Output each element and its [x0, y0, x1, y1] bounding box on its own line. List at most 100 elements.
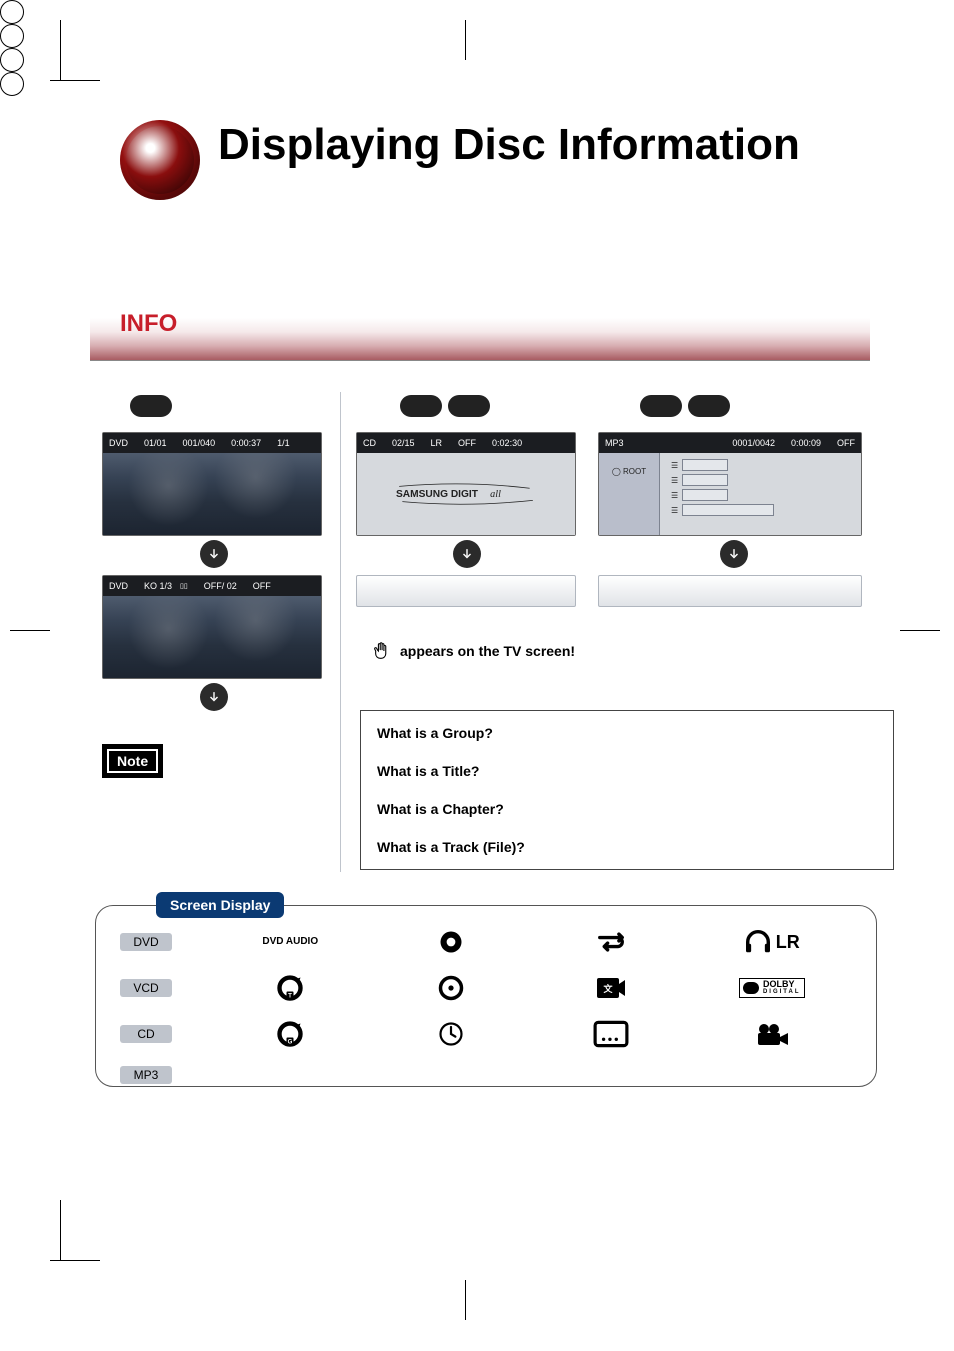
osd-field: OFF — [253, 581, 271, 591]
mp3-file-list: ◯ ROOT ☰ ☰ ☰ ☰ — [599, 453, 861, 535]
disc-pill-row — [640, 395, 730, 417]
osd-thumbnail — [103, 596, 321, 678]
osd-field: CD — [363, 438, 376, 448]
audio-lang-icon: 文 — [593, 974, 629, 1002]
crop-mark — [10, 630, 50, 631]
osd-field: OFF/ 02 — [204, 581, 237, 591]
screen-display-legend: Screen Display DVD DVD AUDIO LR VCD T 文 … — [95, 905, 877, 1087]
jpeg-pill-icon — [688, 395, 730, 417]
section-underline — [90, 360, 870, 361]
osd-field: DVD — [109, 581, 128, 591]
faq-item: What is a Title? — [377, 763, 877, 779]
repeat-icon — [593, 928, 629, 956]
legend-title: Screen Display — [156, 892, 284, 918]
osd-field: DVD — [109, 438, 128, 448]
dvd-osd-strip-2: DVD KO 1/3 ▯▯ OFF/ 02 OFF — [103, 576, 321, 596]
osd-field: ROOT — [623, 467, 646, 476]
mp3-osd-panel: MP3 0001/0042 0:00:09 OFF ◯ ROOT ☰ ☰ ☰ ☰ — [598, 432, 862, 536]
legend-table: DVD DVD AUDIO LR VCD T 文 DOLBY DIGITAL — [96, 906, 876, 1094]
down-arrow-icon — [720, 540, 748, 568]
samsung-digitall-logo: SAMSUNG DIGIT all — [396, 482, 536, 506]
section-label: INFO — [120, 310, 177, 338]
dolby-sub: DIGITAL — [763, 988, 801, 996]
dvd-pill-icon — [130, 395, 172, 417]
osd-field: 001/040 — [183, 438, 216, 448]
crop-mark — [465, 20, 466, 60]
cd-osd-strip: CD 02/15 LR OFF 0:02:30 — [357, 433, 575, 453]
crop-corner — [50, 1260, 100, 1261]
down-arrow-icon — [200, 540, 228, 568]
dvd-audio-icon: DVD AUDIO — [262, 937, 318, 947]
crop-corner — [60, 20, 61, 80]
subtitle-box-icon — [593, 1020, 629, 1048]
lr-text: LR — [776, 932, 800, 953]
osd-thumbnail — [103, 453, 321, 535]
dolby-digital-icon: DOLBY DIGITAL — [739, 978, 805, 998]
list-item: ☰ — [671, 504, 774, 516]
osd-body-cd: SAMSUNG DIGIT all — [357, 453, 575, 535]
note-tag: Note — [105, 747, 160, 775]
dvd-osd-panel-1: DVD 01/01 001/040 0:00:37 1/1 — [102, 432, 322, 536]
svg-text:T: T — [288, 993, 292, 1000]
disc-label: DVD — [120, 933, 172, 951]
disc-label: MP3 — [120, 1066, 172, 1084]
crop-corner — [60, 1200, 61, 1260]
crop-mark — [465, 1280, 466, 1320]
crop-mark-circle — [0, 72, 24, 96]
osd-field: 0:00:37 — [231, 438, 261, 448]
group-g-icon: G — [272, 1020, 308, 1048]
mp3-osd-strip: MP3 0001/0042 0:00:09 OFF — [599, 433, 861, 453]
osd-field: 0001/0042 — [732, 438, 775, 448]
cd-pill-icon — [448, 395, 490, 417]
vcd-pill-icon — [400, 395, 442, 417]
list-item: ☰ — [671, 474, 774, 486]
hand-caption: appears on the TV screen! — [372, 640, 575, 662]
disc-label: VCD — [120, 979, 172, 997]
crop-mark-circle — [0, 24, 24, 48]
faq-item: What is a Chapter? — [377, 801, 877, 817]
speaker-core — [120, 120, 200, 200]
list-item: ☰ — [671, 459, 774, 471]
hand-text: appears on the TV screen! — [400, 643, 575, 659]
dvd-osd-strip-1: DVD 01/01 001/040 0:00:37 1/1 — [103, 433, 321, 453]
mp3-file-rows: ☰ ☰ ☰ ☰ — [671, 459, 774, 516]
crop-mark — [900, 630, 940, 631]
hand-stop-icon — [372, 640, 394, 662]
page-title: Displaying Disc Information — [218, 120, 800, 170]
osd-field: OFF — [458, 438, 476, 448]
faq-box: What is a Group? What is a Title? What i… — [360, 710, 894, 870]
dolby-brand: DOLBY — [763, 980, 801, 988]
osd-field: 01/01 — [144, 438, 167, 448]
down-arrow-icon — [453, 540, 481, 568]
headphone-lr-icon: LR — [744, 930, 800, 954]
disc-pill-row — [130, 395, 172, 417]
osd-field: LR — [431, 438, 443, 448]
crop-mark-circle — [0, 48, 24, 72]
crop-mark-circle — [0, 0, 24, 24]
down-arrow-icon — [200, 683, 228, 711]
track-disc-icon — [433, 974, 469, 1002]
disc-pill-row — [400, 395, 490, 417]
faq-item: What is a Track (File)? — [377, 839, 877, 855]
mp3-folder-column: ◯ ROOT — [599, 453, 660, 535]
osd-field: OFF — [837, 438, 855, 448]
dvd-osd-panel-2: DVD KO 1/3 ▯▯ OFF/ 02 OFF — [102, 575, 322, 679]
title-t-icon: T — [272, 974, 308, 1002]
cd-osd-panel: CD 02/15 LR OFF 0:02:30 SAMSUNG DIGIT al… — [356, 432, 576, 536]
osd-field: 1/1 — [277, 438, 290, 448]
chapter-disc-icon — [433, 928, 469, 956]
svg-text:all: all — [490, 489, 501, 500]
faq-item: What is a Group? — [377, 725, 877, 741]
angle-camera-icon — [754, 1020, 790, 1048]
blank-strip — [598, 575, 862, 607]
mp3-pill-icon — [640, 395, 682, 417]
clock-time-icon — [433, 1020, 469, 1048]
dolby-mini-icon: ▯▯ — [180, 582, 188, 590]
osd-field: KO 1/3 — [144, 581, 172, 591]
svg-text:G: G — [288, 1039, 293, 1046]
section-gradient — [90, 290, 870, 360]
speaker-art — [70, 70, 240, 240]
svg-text:SAMSUNG DIGIT: SAMSUNG DIGIT — [396, 489, 479, 500]
osd-field: MP3 — [605, 438, 624, 448]
list-item: ☰ — [671, 489, 774, 501]
